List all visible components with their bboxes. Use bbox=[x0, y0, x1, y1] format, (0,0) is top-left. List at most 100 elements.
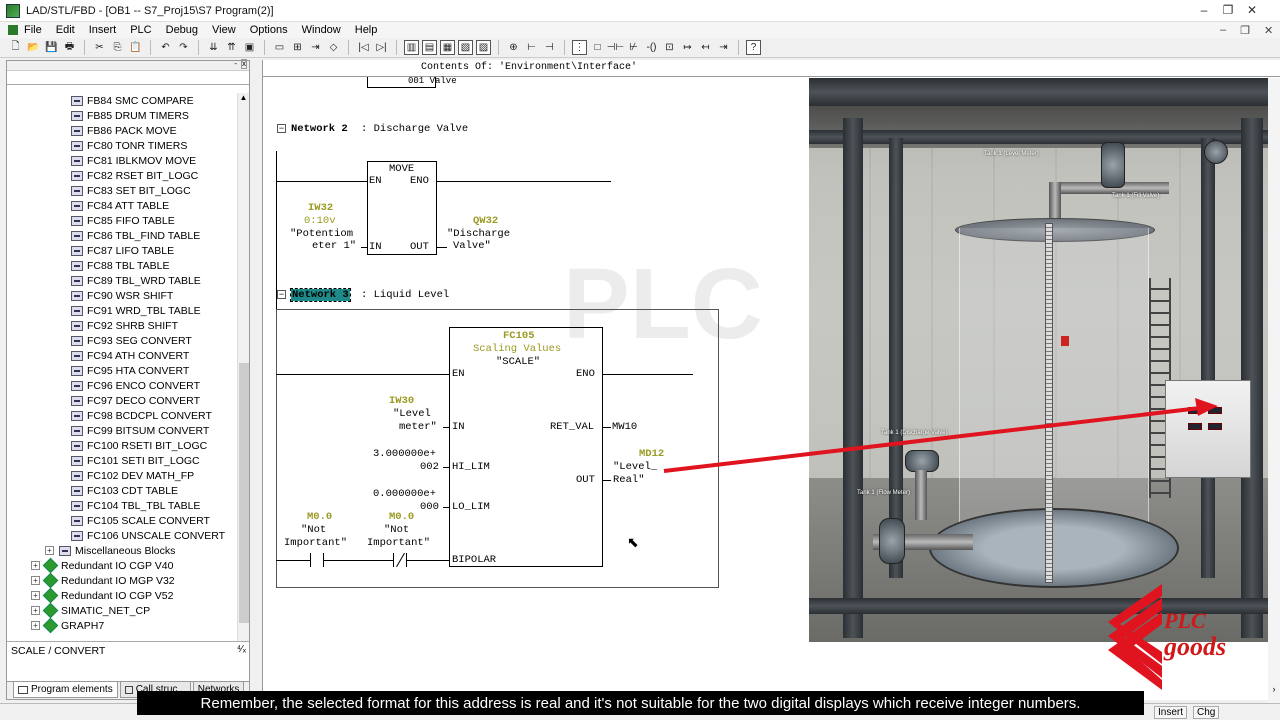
menu-view[interactable]: View bbox=[212, 24, 236, 36]
tree-item[interactable]: FC101 SETI BIT_LOGC bbox=[7, 453, 237, 468]
tree-item[interactable]: + SIMATIC_NET_CP bbox=[7, 602, 237, 619]
tree-item[interactable]: + Redundant IO CGP V40 bbox=[7, 557, 237, 574]
monitor-icon[interactable]: ▣ bbox=[242, 40, 257, 55]
menu-plc[interactable]: PLC bbox=[130, 24, 151, 36]
scale-out-address[interactable]: MD12 bbox=[639, 448, 664, 460]
program-elements-icon[interactable]: ⋮ bbox=[572, 40, 587, 55]
expand-icon[interactable]: + bbox=[31, 606, 40, 615]
contact2-nc-icon[interactable] bbox=[393, 552, 407, 568]
tree-item[interactable]: FB84 SMC COMPARE bbox=[7, 93, 237, 108]
menu-file[interactable]: File bbox=[24, 24, 42, 36]
tree-item[interactable]: FC106 UNSCALE CONVERT bbox=[7, 528, 237, 543]
close-branch-icon[interactable]: ⊣ bbox=[542, 40, 557, 55]
tree-item[interactable]: FC82 RSET BIT_LOGC bbox=[7, 168, 237, 183]
contact1-no-icon[interactable] bbox=[310, 553, 324, 567]
expand-icon[interactable]: + bbox=[31, 561, 40, 570]
tree-item[interactable]: FC87 LIFO TABLE bbox=[7, 243, 237, 258]
tree-item[interactable]: FC93 SEG CONVERT bbox=[7, 333, 237, 348]
nc-contact-icon[interactable]: ⊬ bbox=[626, 40, 641, 55]
empty-box-icon[interactable]: □ bbox=[590, 40, 605, 55]
contact2-address[interactable]: M0.0 bbox=[389, 511, 414, 523]
move-in-address[interactable]: IW32 bbox=[308, 202, 333, 214]
cut-icon[interactable]: ✂ bbox=[92, 40, 107, 55]
close-button[interactable]: ✕ bbox=[1241, 2, 1263, 18]
tree-item[interactable]: FC95 HTA CONVERT bbox=[7, 363, 237, 378]
network3-collapse-icon[interactable]: − bbox=[277, 290, 286, 299]
copy-icon[interactable]: ⎘ bbox=[110, 40, 125, 55]
connection-icon[interactable]: ⇥ bbox=[716, 40, 731, 55]
fbd-view-icon[interactable]: ▨ bbox=[476, 40, 491, 55]
scale-in-address[interactable]: IW30 bbox=[389, 395, 414, 407]
tree-item[interactable]: + Redundant IO MGP V32 bbox=[7, 572, 237, 589]
expand-icon[interactable]: + bbox=[31, 621, 40, 630]
box-icon[interactable]: ⊡ bbox=[662, 40, 677, 55]
tree-item[interactable]: FC88 TBL TABLE bbox=[7, 258, 237, 273]
print-icon[interactable]: 🖶 bbox=[62, 40, 77, 55]
tree-item[interactable]: FC89 TBL_WRD TABLE bbox=[7, 273, 237, 288]
tree-item[interactable]: FC96 ENCO CONVERT bbox=[7, 378, 237, 393]
menu-icon[interactable] bbox=[8, 25, 18, 35]
open-branch-icon[interactable]: ↦ bbox=[680, 40, 695, 55]
tree-item[interactable]: FC97 DECO CONVERT bbox=[7, 393, 237, 408]
tree-item[interactable]: FC84 ATT TABLE bbox=[7, 198, 237, 213]
branch-icon[interactable]: ⊢ bbox=[524, 40, 539, 55]
editor-scroll-down-icon[interactable]: › bbox=[1268, 684, 1280, 694]
tree-item[interactable]: FC99 BITSUM CONVERT bbox=[7, 423, 237, 438]
tree-item[interactable]: FC80 TONR TIMERS bbox=[7, 138, 237, 153]
restore-button[interactable]: ❐ bbox=[1217, 2, 1239, 18]
undo-icon[interactable]: ↶ bbox=[158, 40, 173, 55]
no-contact-icon[interactable]: ⊣⊢ bbox=[607, 40, 624, 55]
redo-icon[interactable]: ↷ bbox=[176, 40, 191, 55]
tree-item[interactable]: FC91 WRD_TBL TABLE bbox=[7, 303, 237, 318]
scroll-thumb[interactable] bbox=[239, 363, 249, 623]
menu-options[interactable]: Options bbox=[250, 24, 288, 36]
tree-item[interactable]: + GRAPH7 bbox=[7, 617, 237, 634]
first-network-icon[interactable]: |◁ bbox=[356, 40, 371, 55]
tree-item[interactable]: FC81 IBLKMOV MOVE bbox=[7, 153, 237, 168]
tree-item[interactable]: FC102 DEV MATH_FP bbox=[7, 468, 237, 483]
menu-insert[interactable]: Insert bbox=[89, 24, 117, 36]
expand-icon[interactable]: + bbox=[31, 591, 40, 600]
tree-item[interactable]: FC86 TBL_FIND TABLE bbox=[7, 228, 237, 243]
tree-item[interactable]: FC98 BCDCPL CONVERT bbox=[7, 408, 237, 423]
stl-view-icon[interactable]: ▧ bbox=[458, 40, 473, 55]
coil-icon[interactable]: -() bbox=[644, 40, 659, 55]
tree-item[interactable]: FC103 CDT TABLE bbox=[7, 483, 237, 498]
tab-program-elements[interactable]: Program elements bbox=[13, 682, 118, 698]
expand-icon[interactable]: + bbox=[31, 576, 40, 585]
block-window-icon[interactable]: ▭ bbox=[272, 40, 287, 55]
menu-edit[interactable]: Edit bbox=[56, 24, 75, 36]
mdi-restore-button[interactable]: ❐ bbox=[1240, 24, 1250, 37]
tree-item[interactable]: + Miscellaneous Blocks bbox=[7, 543, 237, 558]
panel-pin-icon[interactable]: - bbox=[234, 59, 237, 68]
menu-debug[interactable]: Debug bbox=[166, 24, 198, 36]
scale-hi-value[interactable]: 3.000000e+ bbox=[373, 448, 436, 460]
last-network-icon[interactable]: ▷| bbox=[374, 40, 389, 55]
minimize-button[interactable]: – bbox=[1193, 2, 1215, 18]
close-branch-arrow-icon[interactable]: ↤ bbox=[698, 40, 713, 55]
upload-icon[interactable]: ⇈ bbox=[224, 40, 239, 55]
menu-help[interactable]: Help bbox=[355, 24, 378, 36]
expand-icon[interactable]: + bbox=[45, 546, 54, 555]
tree-item[interactable]: FB86 PACK MOVE bbox=[7, 123, 237, 138]
tree-item[interactable]: FC94 ATH CONVERT bbox=[7, 348, 237, 363]
tree-item[interactable]: FC83 SET BIT_LOGC bbox=[7, 183, 237, 198]
overview-icon[interactable]: ▥ bbox=[404, 40, 419, 55]
menu-window[interactable]: Window bbox=[302, 24, 341, 36]
panel-search-field[interactable] bbox=[7, 71, 249, 85]
download-icon[interactable]: ⇊ bbox=[206, 40, 221, 55]
tree-item[interactable]: FC100 RSETI BIT_LOGC bbox=[7, 438, 237, 453]
new-network-icon[interactable]: ⊕ bbox=[506, 40, 521, 55]
network3-comment[interactable]: : Liquid Level bbox=[361, 289, 449, 301]
tree-item[interactable]: FC90 WSR SHIFT bbox=[7, 288, 237, 303]
network2-collapse-icon[interactable]: − bbox=[277, 124, 286, 133]
network-icon[interactable]: ⊞ bbox=[290, 40, 305, 55]
tag-icon[interactable]: ◇ bbox=[326, 40, 341, 55]
tree-item[interactable]: FC92 SHRB SHIFT bbox=[7, 318, 237, 333]
tree-item[interactable]: FC105 SCALE CONVERT bbox=[7, 513, 237, 528]
network3-title[interactable]: Network 3 bbox=[290, 288, 351, 302]
tree-item[interactable]: FC85 FIFO TABLE bbox=[7, 213, 237, 228]
tree-item[interactable]: + Redundant IO CGP V52 bbox=[7, 587, 237, 604]
help-icon[interactable]: ? bbox=[746, 40, 761, 55]
network2-comment[interactable]: : Discharge Valve bbox=[361, 123, 468, 135]
